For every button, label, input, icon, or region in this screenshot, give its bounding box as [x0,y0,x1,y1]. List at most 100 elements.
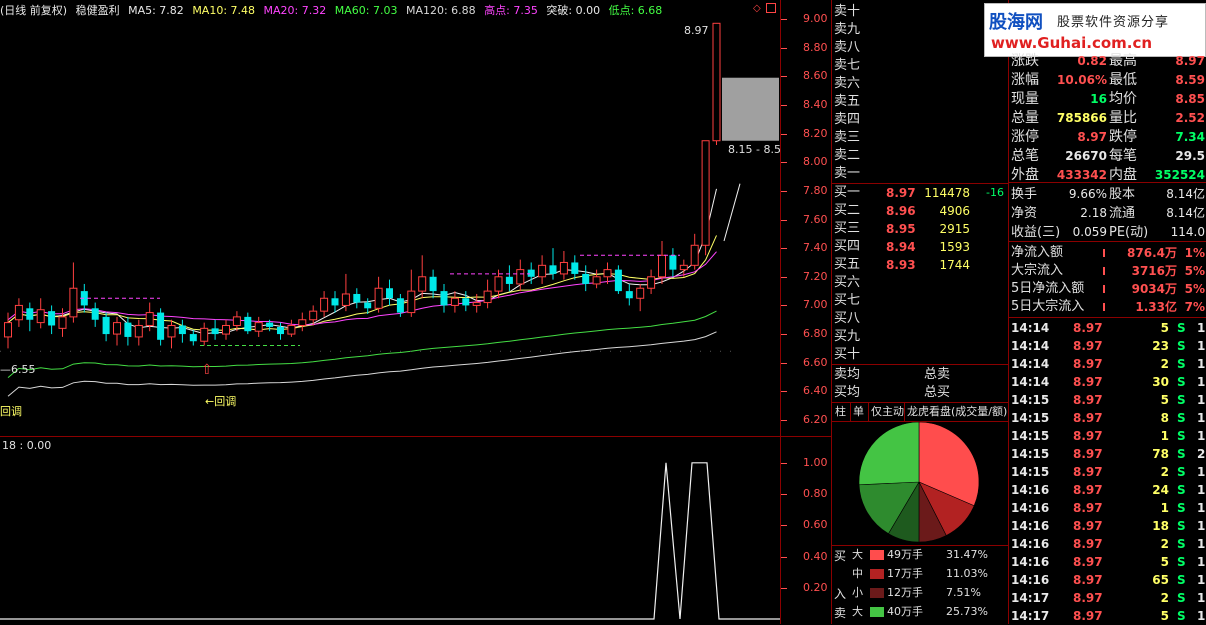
tick-price: 8.97 [1073,357,1103,371]
fundamentals-value: 114.0 [1170,225,1205,239]
legend-swatch [870,588,884,598]
legend-size: 小 [852,586,863,599]
candle [167,319,176,349]
sub-indicator-chart[interactable] [0,437,780,624]
tick-volume: 65 [1152,573,1169,587]
tick-time: 14:14 [1011,375,1050,389]
avg-sell-label: 卖均 [834,367,861,382]
legend-volume: 17万手 [887,567,923,580]
tick-row[interactable]: 14:15 8.97 8 S 1 [1011,409,1206,427]
buy-level-row[interactable]: 买三 8.95 2915 [834,220,1006,238]
tick-row[interactable]: 14:14 8.97 30 S 1 [1011,373,1206,391]
tick-row[interactable]: 14:17 8.97 2 S 1 [1011,589,1206,607]
sell-level-label: 卖八 [834,40,861,55]
tick-row[interactable]: 14:15 8.97 78 S 2 [1011,445,1206,463]
buy-level-row[interactable]: 买十 [834,346,1006,364]
buy-level-row[interactable]: 买八 [834,310,1006,328]
buy-level-label: 买十 [834,347,861,362]
tab-0[interactable]: 柱 [833,403,851,421]
buy-level-row[interactable]: 买六 [834,274,1006,292]
sub-y-tick-label: 0.60 [803,518,828,532]
pullback-arrow-icon: ⇧ [201,362,213,378]
candle [102,312,110,342]
tick-time: 14:15 [1011,411,1050,425]
candle [113,316,121,346]
fund-flow-percent: 7% [1184,300,1205,314]
candle [14,298,23,327]
buy-level-row[interactable]: 买一 8.97 114478 -16 [834,184,1006,202]
buy-level-row[interactable]: 买二 8.96 4906 [834,202,1006,220]
tick-divider [1009,317,1206,318]
tick-volume: 5 [1160,555,1169,569]
tick-direction: S [1177,591,1186,605]
y-tick-label: 8.40 [803,97,828,111]
tick-row[interactable]: 14:17 8.97 5 S 1 [1011,607,1206,625]
quote-value: 2.52 [1175,111,1205,125]
tick-row[interactable]: 14:15 8.97 1 S 1 [1011,427,1206,445]
candle [592,269,601,289]
quote-label: 总量 [1011,110,1039,126]
candle [26,302,34,332]
candle [91,302,99,327]
quote-value: 29.5 [1175,149,1205,163]
y-tick-label: 6.20 [803,413,828,426]
candle [178,319,186,343]
candle [462,291,470,312]
tab-2[interactable]: 仅主动 [869,403,905,421]
pie-slice [858,421,920,486]
ma120-line [7,331,717,397]
tick-row[interactable]: 14:15 8.97 2 S 1 [1011,463,1206,481]
tick-price: 8.97 [1073,321,1103,335]
candle [559,251,568,280]
legend-volume: 49万手 [887,548,923,561]
tick-count: 1 [1197,321,1206,335]
tick-row[interactable]: 14:15 8.97 5 S 1 [1011,391,1206,409]
tick-count: 1 [1197,375,1206,389]
buy-level-row[interactable]: 买九 [834,328,1006,346]
quote-label: 涨幅 [1011,72,1039,88]
sub-y-tick-mark [781,462,787,464]
candle [298,312,307,332]
tick-direction: S [1177,393,1186,407]
buy-level-label: 买五 [834,257,861,272]
range-box [722,77,779,141]
tick-volume: 24 [1152,483,1169,497]
tick-row[interactable]: 14:16 8.97 24 S 1 [1011,481,1206,499]
buy-level-row[interactable]: 买四 8.94 1593 [834,238,1006,256]
tick-row[interactable]: 14:16 8.97 1 S 1 [1011,499,1206,517]
tick-row[interactable]: 14:16 8.97 65 S 1 [1011,571,1206,589]
tab-3[interactable]: 龙虎看盘(成交量/额) [905,403,1009,421]
avg-buy-label: 买均 [834,385,861,400]
buy-price: 8.95 [886,222,916,236]
y-tick-mark [781,420,787,421]
tick-row[interactable]: 14:16 8.97 18 S 1 [1011,517,1206,535]
tick-row[interactable]: 14:16 8.97 5 S 1 [1011,553,1206,571]
quote-value: 785866 [1056,111,1107,125]
buy-level-label: 买六 [834,275,861,290]
buy-level-label: 买二 [834,203,861,218]
tick-count: 1 [1197,609,1206,623]
candle [571,255,579,280]
tick-row[interactable]: 14:14 8.97 2 S 1 [1011,355,1206,373]
ma10-line [7,235,717,331]
buy-price: 8.93 [886,258,916,272]
tick-count: 1 [1197,357,1206,371]
candle [48,305,56,335]
fund-flow-percent: 1% [1184,246,1205,260]
tab-1[interactable]: 单 [851,403,869,421]
fund-flow-bar [1103,267,1105,275]
tick-price: 8.97 [1073,609,1103,623]
buy-level-row[interactable]: 买七 [834,292,1006,310]
tick-direction: S [1177,537,1186,551]
candle [200,322,209,346]
tick-row[interactable]: 14:14 8.97 5 S 1 [1011,319,1206,337]
buy-level-row[interactable]: 买五 8.93 1744 [834,256,1006,274]
quote-divider [1009,182,1206,183]
kline-chart[interactable] [0,0,780,436]
tick-row[interactable]: 14:14 8.97 23 S 1 [1011,337,1206,355]
tick-row[interactable]: 14:16 8.97 2 S 1 [1011,535,1206,553]
tick-volume: 2 [1160,465,1169,479]
fund-flow-value: 9034万 [1131,282,1177,296]
candle [341,273,350,312]
buy-price: 8.97 [886,186,916,200]
